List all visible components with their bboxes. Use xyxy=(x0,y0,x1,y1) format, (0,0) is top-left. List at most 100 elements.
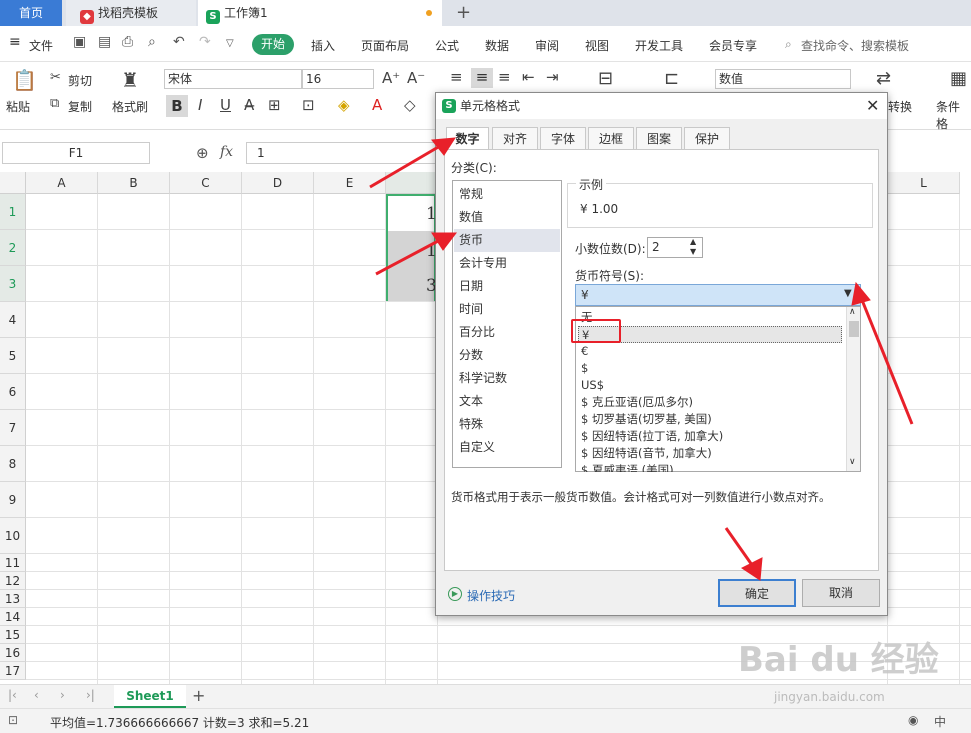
quick-access-chevron-icon[interactable]: ▽ xyxy=(226,38,234,49)
row-header[interactable]: 15 xyxy=(0,626,26,644)
tab-home[interactable]: 首页 xyxy=(0,0,62,26)
first-sheet-icon[interactable]: |‹ xyxy=(8,688,17,702)
conditional-format-button[interactable]: 条件格 xyxy=(936,98,971,132)
symbol-option[interactable]: $ 切罗基语(切罗基, 美国) xyxy=(578,411,842,428)
category-accounting[interactable]: 会计专用 xyxy=(454,252,560,275)
border-icon[interactable]: ⊞ xyxy=(268,96,281,114)
row-header[interactable]: 12 xyxy=(0,572,26,590)
row-header[interactable]: 2 xyxy=(0,230,26,266)
redo-icon[interactable]: ↷ xyxy=(199,34,211,50)
menu-insert[interactable]: 插入 xyxy=(311,37,335,54)
merge-center-icon[interactable]: ⊟ xyxy=(598,68,613,89)
row-header[interactable]: 9 xyxy=(0,482,26,518)
dialog-tab-align[interactable]: 对齐 xyxy=(492,127,538,150)
decimal-places-value[interactable]: 2 xyxy=(652,240,660,254)
row-header[interactable]: 11 xyxy=(0,554,26,572)
formula-input[interactable]: 1 xyxy=(246,142,436,164)
category-general[interactable]: 常规 xyxy=(454,183,560,206)
row-header[interactable]: 3 xyxy=(0,266,26,302)
zoom-search-icon[interactable]: ⊕ xyxy=(196,144,209,162)
symbol-option[interactable]: $ 因纽特语(音节, 加拿大) xyxy=(578,445,842,462)
scroll-up-icon[interactable]: ∧ xyxy=(849,307,856,317)
row-header[interactable]: 17 xyxy=(0,662,26,680)
column-header-l[interactable]: L xyxy=(888,172,960,194)
tips-link[interactable]: 操作技巧 xyxy=(467,587,515,604)
category-date[interactable]: 日期 xyxy=(454,275,560,298)
menu-page-layout[interactable]: 页面布局 xyxy=(361,37,409,54)
row-header[interactable]: 14 xyxy=(0,608,26,626)
italic-icon[interactable]: I xyxy=(198,96,202,114)
symbol-option[interactable]: $ 夏威夷语 (美国) xyxy=(578,462,842,472)
menu-member[interactable]: 会员专享 xyxy=(709,37,757,54)
symbol-option[interactable]: US$ xyxy=(578,377,842,394)
menu-dev-tools[interactable]: 开发工具 xyxy=(635,37,683,54)
convert-button[interactable]: 转换 xyxy=(888,98,912,115)
eye-protection-icon[interactable]: ◉ xyxy=(908,713,918,727)
font-grow-icon[interactable]: A⁺ xyxy=(382,69,400,87)
menu-review[interactable]: 审阅 xyxy=(535,37,559,54)
category-currency[interactable]: 货币 xyxy=(454,229,560,252)
eraser-icon[interactable]: ◇ xyxy=(404,96,416,114)
dropdown-arrow-icon[interactable]: ▼ xyxy=(844,288,852,299)
hamburger-icon[interactable]: ≡ xyxy=(9,34,21,50)
paste-button[interactable]: 粘贴 xyxy=(6,98,30,115)
print-preview-icon[interactable]: ⌕ xyxy=(148,34,156,50)
copy-button[interactable]: 复制 xyxy=(68,98,92,115)
last-sheet-icon[interactable]: ›| xyxy=(86,688,95,702)
symbol-option[interactable]: € xyxy=(578,343,842,360)
dialog-tab-protect[interactable]: 保护 xyxy=(684,127,730,150)
column-header-b[interactable]: B xyxy=(98,172,170,194)
selection-range[interactable]: 1 1 3 xyxy=(386,194,437,301)
underline-icon[interactable]: U xyxy=(220,96,231,114)
print-icon[interactable]: ⎙ xyxy=(122,34,133,50)
macro-record-icon[interactable]: ⊡ xyxy=(8,713,18,727)
row-header[interactable]: 5 xyxy=(0,338,26,374)
font-color-icon[interactable]: A xyxy=(372,96,382,114)
fill-pattern-icon[interactable]: ⊡ xyxy=(302,96,315,114)
next-sheet-icon[interactable]: › xyxy=(60,688,65,702)
symbol-option[interactable]: $ 因纽特语(拉丁语, 加拿大) xyxy=(578,428,842,445)
menu-start[interactable]: 开始 xyxy=(252,34,294,55)
menu-view[interactable]: 视图 xyxy=(585,37,609,54)
dialog-tab-font[interactable]: 字体 xyxy=(540,127,586,150)
sheet-tab-sheet1[interactable]: Sheet1 xyxy=(114,685,186,708)
indent-increase-icon[interactable]: ⇥ xyxy=(546,68,559,86)
align-middle-icon[interactable]: ≡ xyxy=(471,68,493,88)
symbol-option[interactable]: $ xyxy=(578,360,842,377)
row-header[interactable]: 4 xyxy=(0,302,26,338)
add-sheet-icon[interactable]: + xyxy=(192,686,205,705)
align-bottom-icon[interactable]: ≡ xyxy=(498,68,511,86)
menu-formula[interactable]: 公式 xyxy=(435,37,459,54)
tab-workbook[interactable]: S 工作簿1 xyxy=(198,0,442,26)
column-header-d[interactable]: D xyxy=(242,172,314,194)
menu-data[interactable]: 数据 xyxy=(485,37,509,54)
category-number[interactable]: 数值 xyxy=(454,206,560,229)
row-header[interactable]: 7 xyxy=(0,410,26,446)
align-top-icon[interactable]: ≡ xyxy=(450,68,463,86)
bold-button[interactable]: B xyxy=(166,95,188,117)
dialog-tab-border[interactable]: 边框 xyxy=(588,127,634,150)
decimal-places-stepper[interactable]: 2 ▲ ▼ xyxy=(647,237,703,258)
cancel-button[interactable]: 取消 xyxy=(802,579,880,607)
column-header-a[interactable]: A xyxy=(26,172,98,194)
prev-sheet-icon[interactable]: ‹ xyxy=(34,688,39,702)
currency-symbol-select[interactable]: ¥ ▼ xyxy=(575,284,861,306)
tab-template[interactable]: ◆ 找稻壳模板 xyxy=(66,0,196,26)
row-header[interactable]: 1 xyxy=(0,194,26,230)
fx-icon[interactable]: fx xyxy=(220,144,233,160)
indent-decrease-icon[interactable]: ⇤ xyxy=(522,68,535,86)
save-icon[interactable]: ▣ xyxy=(73,34,86,50)
font-name-select[interactable]: 宋体 xyxy=(164,69,302,89)
row-header[interactable]: 8 xyxy=(0,446,26,482)
category-scientific[interactable]: 科学记数 xyxy=(454,367,560,390)
font-shrink-icon[interactable]: A⁻ xyxy=(407,69,425,87)
strikethrough-icon[interactable]: A̶ xyxy=(244,96,254,114)
font-size-select[interactable]: 16 xyxy=(302,69,374,89)
category-fraction[interactable]: 分数 xyxy=(454,344,560,367)
select-all-corner[interactable] xyxy=(0,172,26,194)
dialog-tab-pattern[interactable]: 图案 xyxy=(636,127,682,150)
column-header-e[interactable]: E xyxy=(314,172,386,194)
column-header-f[interactable] xyxy=(386,172,438,194)
wrap-text-icon[interactable]: ⊏ xyxy=(664,68,679,89)
row-header[interactable]: 6 xyxy=(0,374,26,410)
